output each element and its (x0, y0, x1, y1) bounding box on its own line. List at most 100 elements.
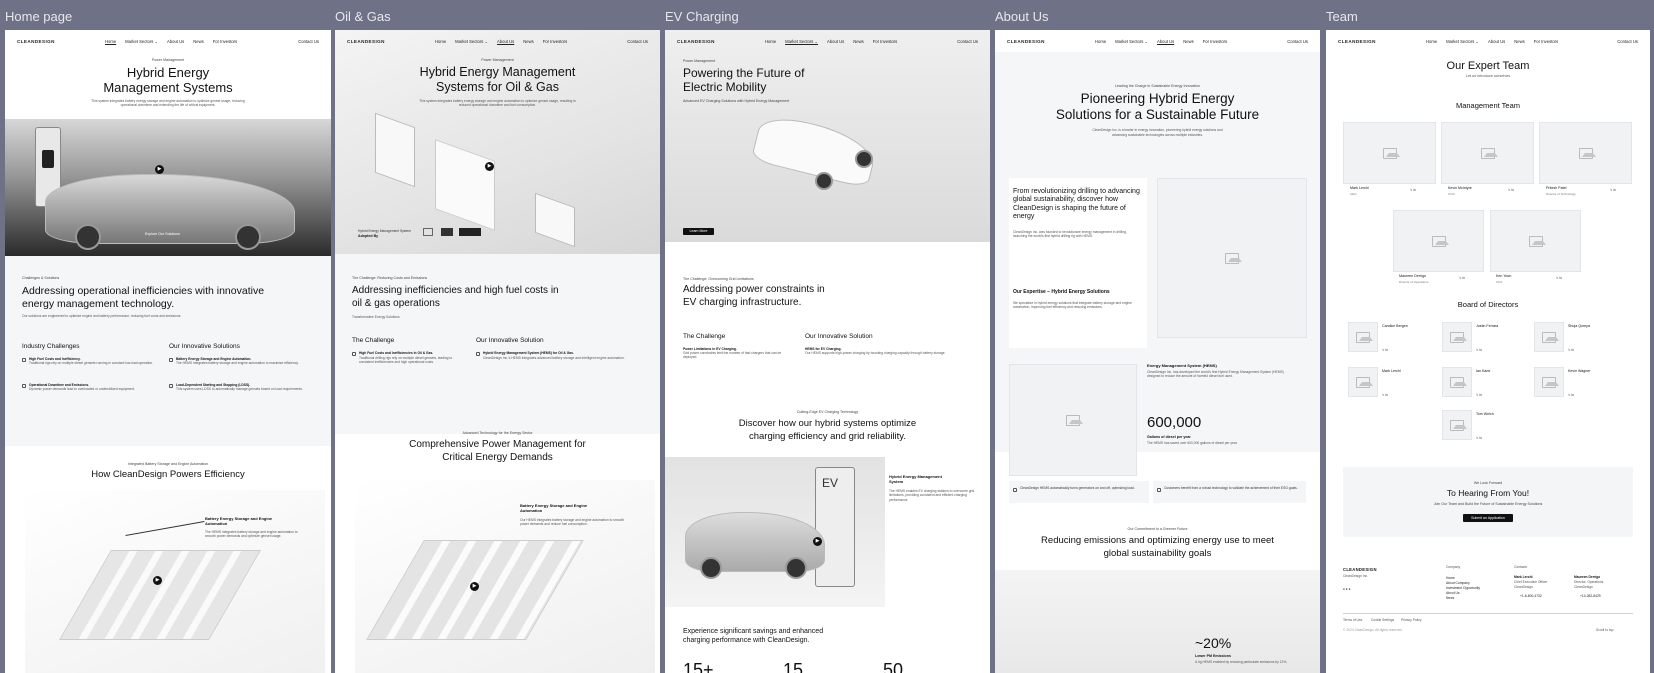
contact-phone[interactable]: +14-282-8429 (1580, 594, 1601, 598)
adv-eyebrow: Advanced Technology for the Energy Secto… (462, 431, 533, 435)
footer-link[interactable]: News (1446, 596, 1454, 600)
member-photo (1490, 210, 1581, 272)
nav-news[interactable]: News (1514, 39, 1524, 44)
design-canvas: Home page Oil & Gas EV Charging About Us… (0, 0, 1654, 673)
social-icons[interactable]: 𝕏 in (1610, 188, 1616, 192)
logo[interactable]: CLEANDESIGN (677, 39, 715, 44)
social-icons[interactable]: 𝕏 in (1568, 348, 1574, 352)
nav-investors[interactable]: For Investors (543, 39, 567, 44)
social-icons[interactable]: 𝕏 in (1476, 393, 1482, 397)
fuel-icon (352, 352, 356, 356)
industry-challenges-title: Industry Challenges (22, 343, 80, 350)
nav-news[interactable]: News (1183, 39, 1193, 44)
footer-link[interactable]: About Company (1446, 581, 1470, 585)
nav-news[interactable]: News (853, 39, 863, 44)
nav-contact[interactable]: Contact Us (957, 39, 978, 44)
social-icons[interactable]: 𝕏 in (1476, 436, 1482, 440)
frame-label-team[interactable]: Team (1326, 9, 1358, 24)
nav-home[interactable]: Home (105, 39, 116, 44)
nav-contact[interactable]: Contact Us (1617, 39, 1638, 44)
nav-markets[interactable]: Market Sectors ⌄ (125, 39, 158, 44)
leaf-icon (1013, 488, 1017, 492)
how-eyebrow: Integrated Battery Storage and Engine Au… (127, 462, 209, 466)
frame-label-about[interactable]: About Us (995, 9, 1048, 24)
nav-about[interactable]: About Us (497, 39, 514, 44)
commit-title-1: Reducing emissions and optimizing energy… (1041, 535, 1274, 546)
social-icons[interactable]: 𝕏 in (1410, 188, 1416, 192)
image-icon (1480, 148, 1498, 159)
social-icons[interactable]: 𝕏 in (1459, 276, 1465, 280)
footer-link[interactable]: About Us (1446, 591, 1460, 595)
footer-social-icons[interactable]: ● ● ● (1343, 587, 1351, 591)
nav-investors[interactable]: For Investors (213, 39, 237, 44)
nav-home[interactable]: Home (1426, 39, 1437, 44)
oil-battery-illustration: ▶ (355, 480, 655, 673)
terms-link[interactable]: Terms of Use (1343, 618, 1362, 622)
frame-label-oil-gas[interactable]: Oil & Gas (335, 9, 391, 24)
top-nav: CLEANDESIGN Home Market Sectors ⌄ About … (665, 37, 990, 49)
director-photo (1348, 322, 1378, 352)
nav-investors[interactable]: For Investors (1534, 39, 1558, 44)
play-icon[interactable]: ▶ (813, 537, 822, 546)
play-icon[interactable]: ▶ (155, 165, 164, 174)
nav-contact[interactable]: Contact Us (1287, 39, 1308, 44)
member-role: Director of Technology (1546, 192, 1576, 196)
logo[interactable]: CLEANDESIGN (1338, 39, 1376, 44)
nav-contact[interactable]: Contact Us (627, 39, 648, 44)
nav-about[interactable]: About Us (1488, 39, 1505, 44)
cookie-link[interactable]: Cookie Settings (1371, 618, 1394, 622)
ev-challenge-title-1: Addressing power constraints in (683, 284, 825, 295)
social-icons[interactable]: 𝕏 in (1476, 348, 1482, 352)
logo[interactable]: CLEANDESIGN (347, 39, 385, 44)
footer-link[interactable]: Investment Opportunity (1446, 586, 1480, 590)
footer-link[interactable]: Home (1446, 576, 1455, 580)
contact-phone[interactable]: +1-6-800-4732 (1520, 594, 1542, 598)
social-icons[interactable]: 𝕏 in (1382, 393, 1388, 397)
privacy-link[interactable]: Privacy Policy (1401, 618, 1422, 622)
scroll-top-link[interactable]: Scroll to top (1596, 628, 1613, 632)
nav-markets[interactable]: Market Sectors ⌄ (785, 39, 818, 44)
frame-label-ev-charging[interactable]: EV Charging (665, 9, 739, 24)
member-role: CEO (1350, 192, 1357, 196)
hero-explore-link[interactable]: Explore Our Solutions (145, 232, 180, 236)
load-icon (169, 384, 173, 388)
director-name: Kevin Wagner (1568, 369, 1591, 373)
social-icons[interactable]: 𝕏 in (1508, 188, 1514, 192)
social-icons[interactable]: 𝕏 in (1568, 393, 1574, 397)
nav-news[interactable]: News (523, 39, 533, 44)
nav-about[interactable]: About Us (1157, 39, 1174, 44)
ev-charging-frame: CLEANDESIGN Home Market Sectors ⌄ About … (665, 30, 990, 673)
nav-home[interactable]: Home (1095, 39, 1106, 44)
nav-markets[interactable]: Market Sectors ⌄ (1446, 39, 1479, 44)
nav-investors[interactable]: For Investors (1203, 39, 1227, 44)
footer-logo[interactable]: CLEANDESIGN (1343, 567, 1377, 572)
nav-about[interactable]: About Us (167, 39, 184, 44)
play-icon[interactable]: ▶ (485, 162, 494, 171)
logo[interactable]: CLEANDESIGN (17, 39, 55, 44)
member-name: Maureen Derrigo (1399, 274, 1426, 278)
commit-title-2: global sustainability goals (1103, 548, 1212, 559)
logo[interactable]: CLEANDESIGN (1007, 39, 1045, 44)
nav-about[interactable]: About Us (827, 39, 844, 44)
nav-news[interactable]: News (193, 39, 203, 44)
social-icons[interactable]: 𝕏 in (1382, 348, 1388, 352)
social-icons[interactable]: 𝕏 in (1556, 276, 1562, 280)
oil-challenge-title-2: oil & gas operations (352, 298, 440, 309)
learn-more-button[interactable]: Learn More (683, 228, 714, 235)
ev-eyebrow: Power Management (683, 59, 716, 63)
nav-markets[interactable]: Market Sectors ⌄ (1115, 39, 1148, 44)
nav-contact[interactable]: Contact Us (298, 39, 319, 44)
nav-markets[interactable]: Market Sectors ⌄ (455, 39, 488, 44)
play-icon[interactable]: ▶ (153, 576, 162, 585)
submit-application-button[interactable]: Submit an Application (1463, 514, 1513, 522)
cta-eyebrow: We Look Forward (1473, 481, 1503, 485)
director-name: Shuja Qureya (1568, 324, 1590, 328)
nav-investors[interactable]: For Investors (873, 39, 897, 44)
play-icon[interactable]: ▶ (470, 582, 479, 591)
nav-home[interactable]: Home (435, 39, 446, 44)
top-nav: CLEANDESIGN Home Market Sectors ⌄ About … (5, 37, 331, 49)
nav-home[interactable]: Home (765, 39, 776, 44)
frame-label-home[interactable]: Home page (5, 9, 72, 24)
image-icon (1450, 420, 1467, 431)
contact-org: CleanDesign (1574, 585, 1593, 589)
